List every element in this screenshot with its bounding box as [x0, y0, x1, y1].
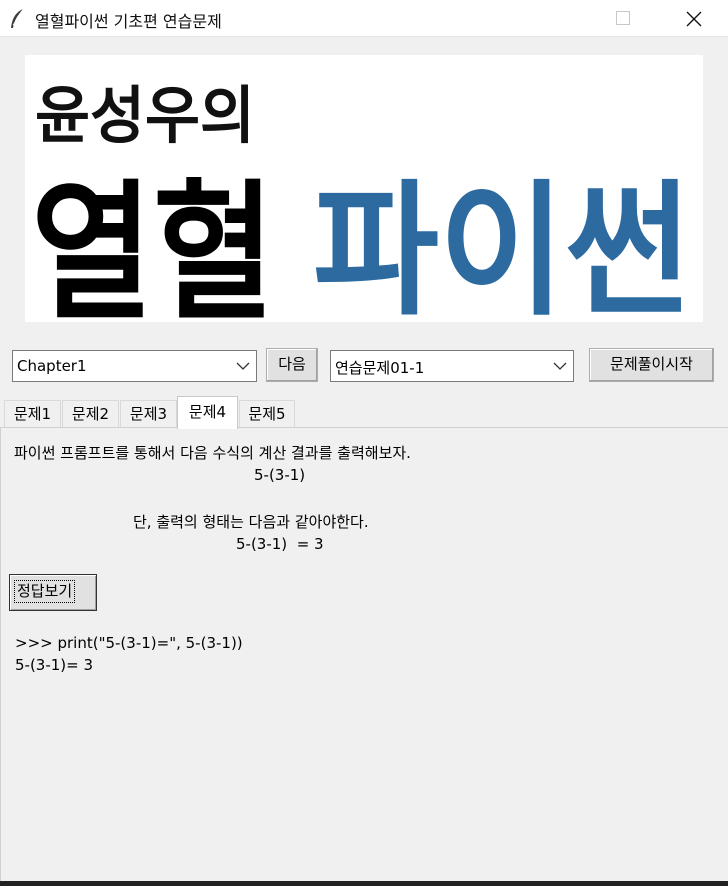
tab-problem4[interactable]: 문제4 — [177, 396, 238, 429]
chapter-select-value: Chapter1 — [17, 357, 87, 375]
feather-icon — [11, 8, 24, 28]
problem-expected-output: 5-(3-1) = 3 — [236, 535, 324, 553]
problem-condition: 단, 출력의 형태는 다음과 같아야한다. — [133, 513, 369, 531]
banner-author-text: 윤성우의 — [35, 79, 255, 152]
problem-panel — [0, 427, 728, 886]
window-bottom-edge — [0, 881, 728, 886]
chevron-down-icon — [553, 362, 567, 370]
tab-problem2[interactable]: 문제2 — [62, 400, 119, 428]
answer-output: 5-(3-1)= 3 — [15, 656, 94, 674]
problem-select[interactable]: 연습문제01-1 — [330, 350, 574, 382]
show-answer-label: 정답보기 — [14, 580, 76, 603]
title-bar: 열혈파이썬 기초편 연습문제 — [0, 0, 728, 37]
minimize-icon — [546, 17, 560, 19]
book-title-banner: 윤성우의 열혈 파이썬 — [25, 55, 703, 322]
close-button[interactable] — [670, 0, 716, 36]
window-title: 열혈파이썬 기초편 연습문제 — [35, 12, 222, 31]
banner-title-black: 열혈 — [31, 167, 275, 322]
maximize-icon — [616, 11, 630, 25]
tab-problem3[interactable]: 문제3 — [120, 400, 177, 428]
tab-problem5[interactable]: 문제5 — [239, 400, 295, 428]
problem-instruction: 파이썬 프롬프트를 통해서 다음 수식의 계산 결과를 출력해보자. — [14, 444, 411, 462]
chapter-select[interactable]: Chapter1 — [12, 350, 257, 382]
chevron-down-icon — [236, 362, 250, 370]
start-solving-button[interactable]: 문제풀이시작 — [589, 348, 714, 382]
banner-title-blue: 파이썬 — [313, 167, 691, 322]
answer-code: >>> print("5-(3-1)=", 5-(3-1)) — [15, 634, 243, 652]
minimize-button[interactable] — [530, 0, 576, 36]
problem-select-value: 연습문제01-1 — [335, 359, 425, 377]
close-icon — [686, 11, 702, 27]
show-answer-button[interactable]: 정답보기 — [9, 574, 97, 611]
tab-problem1[interactable]: 문제1 — [4, 400, 61, 428]
maximize-button[interactable] — [600, 0, 646, 36]
problem-tabs: 문제1 문제2 문제3 문제4 문제5 — [0, 396, 728, 429]
next-button[interactable]: 다음 — [266, 348, 318, 382]
problem-expression: 5-(3-1) — [254, 466, 306, 484]
